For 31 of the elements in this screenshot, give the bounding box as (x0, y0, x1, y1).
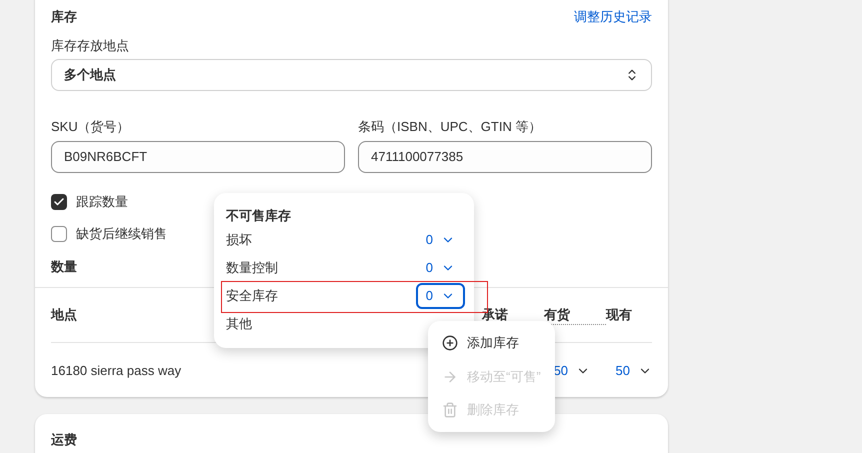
input-field[interactable]: 4711100077385 (358, 141, 652, 173)
quantity-dropdown[interactable]: 0 (416, 283, 465, 309)
arrow-right-icon (442, 368, 458, 384)
popover-item-label: 损坏 (226, 231, 252, 250)
checkbox[interactable] (51, 226, 67, 242)
checkbox-label: 跟踪数量 (76, 193, 128, 212)
checkbox-label: 缺货后继续销售 (76, 225, 167, 244)
popover-item-label: 安全库存 (226, 287, 278, 306)
column-header: 现有 (606, 306, 632, 324)
section-title: 库存 (51, 8, 77, 26)
field-label: SKU（货号） (51, 118, 131, 136)
popover-title: 不可售库存 (226, 207, 292, 224)
field-label: 库存存放地点 (51, 37, 130, 54)
popover-item-label: 其他 (226, 315, 252, 334)
section-title: 运费 (51, 432, 77, 447)
menu-item[interactable]: 添加库存 (442, 329, 541, 357)
table-cell: 16180 sierra pass way (51, 363, 182, 378)
history-link[interactable]: 调整历史记录 (574, 7, 652, 27)
trash-icon (442, 402, 458, 418)
field-label: 条码（ISBN、UPC、GTIN 等） (358, 118, 542, 136)
quantity-dropdown[interactable]: 0 (416, 255, 465, 281)
check-icon (53, 196, 65, 208)
quantity-dropdown[interactable]: 50 (616, 361, 652, 381)
checkbox[interactable] (51, 194, 67, 210)
popover-item-label: 数量控制 (226, 259, 278, 278)
quantity-dropdown[interactable]: 0 (416, 227, 465, 253)
section-title: 数量 (51, 259, 77, 274)
location-select[interactable]: 多个地点 (51, 59, 652, 91)
input-field[interactable]: B09NR6BCFT (51, 141, 345, 173)
add-icon (442, 335, 458, 351)
column-header: 地点 (51, 307, 77, 322)
